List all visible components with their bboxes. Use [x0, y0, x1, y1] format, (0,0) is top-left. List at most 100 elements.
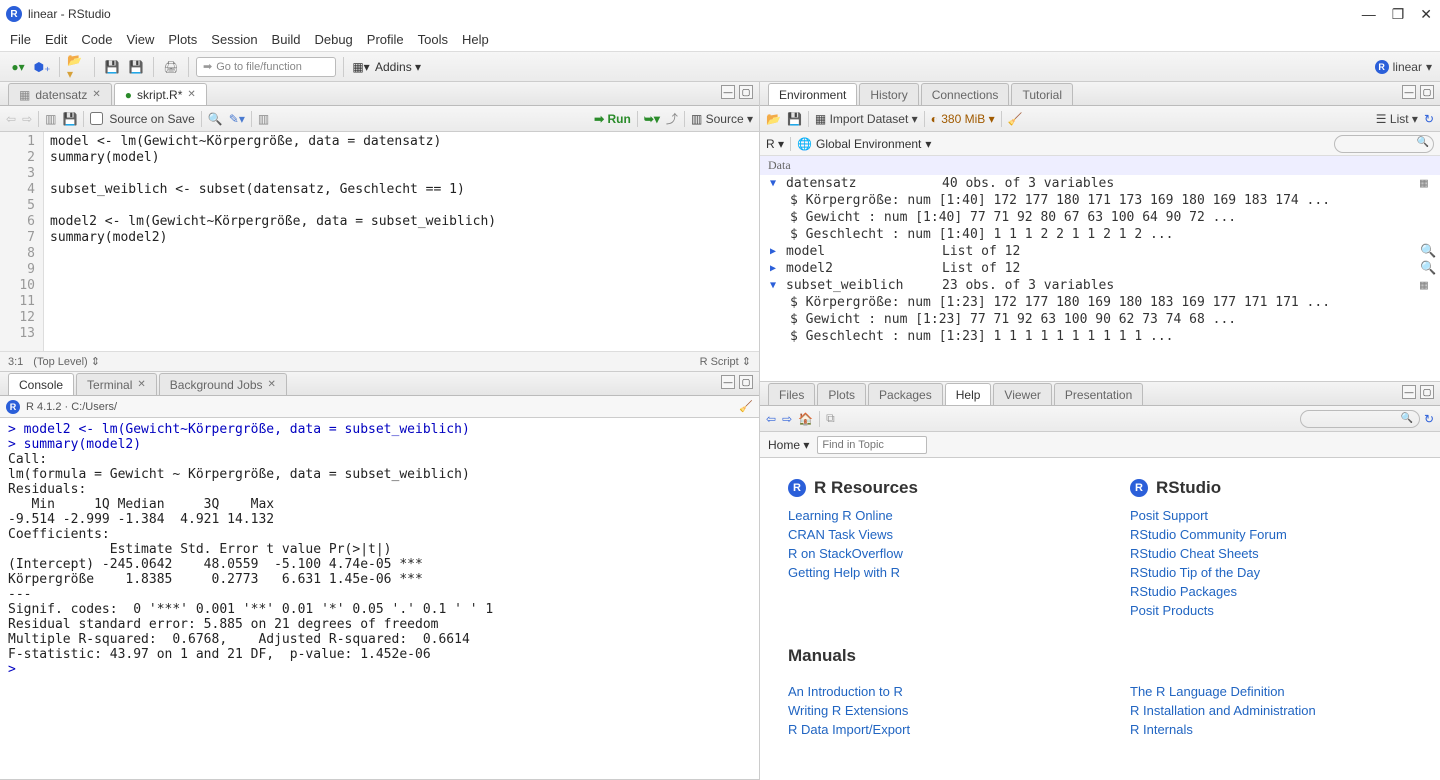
env-row[interactable]: $ Geschlecht : num [1:40] 1 1 1 2 2 1 1 …	[760, 226, 1440, 243]
source-button[interactable]: ▥ Source ▾	[691, 112, 753, 126]
wand-icon[interactable]: ✎▾	[229, 112, 245, 126]
project-selector[interactable]: R linear ▾	[1375, 60, 1432, 74]
close-button[interactable]: ✕	[1420, 6, 1432, 23]
menu-help[interactable]: Help	[462, 32, 489, 47]
magnify-icon[interactable]: 🔍	[1420, 261, 1434, 276]
menu-build[interactable]: Build	[272, 32, 301, 47]
close-icon[interactable]: ✕	[268, 379, 276, 390]
back-icon[interactable]: ⇦	[766, 412, 776, 426]
tab-environment[interactable]: Environment	[768, 83, 857, 105]
code-area[interactable]: model <- lm(Gewicht~Körpergröße, data = …	[44, 132, 502, 351]
menu-session[interactable]: Session	[211, 32, 257, 47]
source-editor[interactable]: 12345678910111213 model <- lm(Gewicht~Kö…	[0, 132, 759, 351]
expand-icon[interactable]: ▼	[766, 178, 780, 189]
refresh-icon[interactable]: ↻	[1424, 412, 1434, 426]
tab-connections[interactable]: Connections	[921, 83, 1010, 105]
console-output[interactable]: > model2 <- lm(Gewicht~Körpergröße, data…	[0, 418, 759, 779]
minimize-pane-icon[interactable]: —	[1402, 385, 1416, 399]
close-icon[interactable]: ✕	[137, 379, 145, 390]
expand-icon[interactable]: ▼	[766, 280, 780, 291]
link-data-import[interactable]: R Data Import/Export	[788, 722, 1070, 737]
env-row[interactable]: $ Körpergröße: num [1:23] 172 177 180 16…	[760, 294, 1440, 311]
link-install-admin[interactable]: R Installation and Administration	[1130, 703, 1412, 718]
tab-plots[interactable]: Plots	[817, 383, 866, 405]
tab-help[interactable]: Help	[945, 383, 992, 405]
open-file-icon[interactable]: 📂▾	[67, 57, 87, 77]
table-icon[interactable]: ▦	[1420, 278, 1434, 293]
tab-viewer[interactable]: Viewer	[993, 383, 1051, 405]
view-mode-selector[interactable]: ☰ List ▾	[1376, 112, 1418, 126]
refresh-icon[interactable]: ↻	[1424, 112, 1434, 126]
menu-code[interactable]: Code	[81, 32, 112, 47]
import-dataset-button[interactable]: ▦ Import Dataset ▾	[815, 112, 918, 126]
save-all-icon[interactable]: 💾	[126, 57, 146, 77]
scope-selector[interactable]: 🌐Global Environment ▾	[797, 137, 931, 151]
magnify-icon[interactable]: 🔍	[1420, 244, 1434, 259]
link-packages[interactable]: RStudio Packages	[1130, 584, 1412, 599]
env-row[interactable]: ▶modelList of 12🔍	[760, 243, 1440, 260]
print-icon[interactable]: 🖨	[161, 57, 181, 77]
link-writing-ext[interactable]: Writing R Extensions	[788, 703, 1070, 718]
env-row[interactable]: $ Körpergröße: num [1:40] 172 177 180 17…	[760, 192, 1440, 209]
expand-icon[interactable]: ▶	[766, 263, 780, 274]
tab-terminal[interactable]: Terminal✕	[76, 373, 157, 395]
menu-profile[interactable]: Profile	[367, 32, 404, 47]
env-search-input[interactable]: 🔍	[1334, 135, 1434, 153]
menu-plots[interactable]: Plots	[168, 32, 197, 47]
maximize-pane-icon[interactable]: ▢	[1420, 385, 1434, 399]
maximize-pane-icon[interactable]: ▢	[739, 85, 753, 99]
expand-icon[interactable]: ▶	[766, 246, 780, 257]
find-in-topic-input[interactable]	[817, 436, 927, 454]
tab-presentation[interactable]: Presentation	[1054, 383, 1143, 405]
tab-packages[interactable]: Packages	[868, 383, 943, 405]
r-engine-selector[interactable]: R ▾	[766, 137, 784, 151]
close-tab-icon[interactable]: ✕	[187, 89, 195, 100]
env-row[interactable]: $ Gewicht : num [1:23] 77 71 92 63 100 9…	[760, 311, 1440, 328]
link-intro-r[interactable]: An Introduction to R	[788, 684, 1070, 699]
tab-files[interactable]: Files	[768, 383, 815, 405]
minimize-pane-icon[interactable]: —	[721, 85, 735, 99]
link-lang-def[interactable]: The R Language Definition	[1130, 684, 1412, 699]
save-icon[interactable]: 💾	[102, 57, 122, 77]
forward-icon[interactable]: ⇨	[782, 412, 792, 426]
save-icon[interactable]: 💾	[787, 112, 802, 126]
grid-icon[interactable]: ▦▾	[351, 57, 371, 77]
new-file-icon[interactable]: ●▾	[8, 57, 28, 77]
minimize-pane-icon[interactable]: —	[721, 375, 735, 389]
memory-indicator[interactable]: ◐ 380 MiB ▾	[931, 112, 995, 126]
link-getting-help[interactable]: Getting Help with R	[788, 565, 1070, 580]
close-tab-icon[interactable]: ✕	[92, 89, 100, 100]
env-row[interactable]: ▼subset_weiblich23 obs. of 3 variables▦	[760, 277, 1440, 294]
popout-icon[interactable]: ⧉	[826, 411, 835, 426]
tab-console[interactable]: Console	[8, 373, 74, 395]
link-internals[interactable]: R Internals	[1130, 722, 1412, 737]
menu-debug[interactable]: Debug	[314, 32, 352, 47]
go-up-icon[interactable]: ⤴	[666, 110, 678, 127]
table-icon[interactable]: ▦	[1420, 176, 1434, 191]
show-in-new-icon[interactable]: ▥	[45, 112, 56, 126]
link-r-stackoverflow[interactable]: R on StackOverflow	[788, 546, 1070, 561]
menu-view[interactable]: View	[126, 32, 154, 47]
source-on-save-checkbox[interactable]	[90, 112, 103, 125]
new-project-icon[interactable]: ⬢₊	[32, 57, 52, 77]
rerun-icon[interactable]: ➥▾	[644, 112, 660, 126]
scope-label[interactable]: (Top Level) ⇕	[33, 355, 100, 368]
env-row[interactable]: ▼datensatz40 obs. of 3 variables▦	[760, 175, 1440, 192]
env-row[interactable]: $ Geschlecht : num [1:23] 1 1 1 1 1 1 1 …	[760, 328, 1440, 345]
notebook-icon[interactable]: ▥	[258, 112, 269, 126]
help-search-input[interactable]: 🔍	[1300, 410, 1420, 428]
menu-edit[interactable]: Edit	[45, 32, 67, 47]
link-cran-task[interactable]: CRAN Task Views	[788, 527, 1070, 542]
menu-tools[interactable]: Tools	[418, 32, 448, 47]
maximize-pane-icon[interactable]: ▢	[1420, 85, 1434, 99]
tab-bgjobs[interactable]: Background Jobs✕	[159, 373, 287, 395]
maximize-pane-icon[interactable]: ▢	[739, 375, 753, 389]
link-tip[interactable]: RStudio Tip of the Day	[1130, 565, 1412, 580]
link-posit-products[interactable]: Posit Products	[1130, 603, 1412, 618]
goto-file-input[interactable]: ➡Go to file/function	[196, 57, 336, 77]
env-row[interactable]: $ Gewicht : num [1:40] 77 71 92 80 67 63…	[760, 209, 1440, 226]
link-posit-support[interactable]: Posit Support	[1130, 508, 1412, 523]
link-cheatsheets[interactable]: RStudio Cheat Sheets	[1130, 546, 1412, 561]
home-icon[interactable]: 🏠	[798, 412, 813, 426]
broom-icon[interactable]: 🧹	[1008, 112, 1023, 126]
